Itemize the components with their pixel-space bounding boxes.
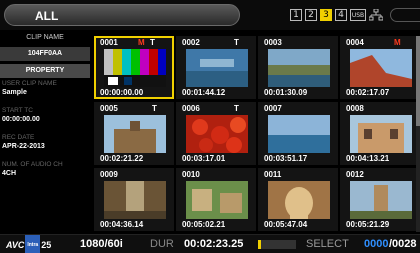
audio-ch-value: 4CH: [2, 170, 17, 177]
harbor-icon: [268, 49, 330, 87]
clip-duration: 00:00:00.00: [100, 88, 144, 97]
clip-duration: 00:05:02.21: [182, 220, 226, 229]
user-clip-name-value: Sample: [2, 89, 27, 96]
audio-ch-label: NUM. OF AUDIO CH: [2, 161, 63, 168]
clip-thumbnail-0006[interactable]: 0006 T 00:03:17.01: [176, 102, 256, 165]
usb-icon[interactable]: USB: [350, 9, 366, 21]
cliff-sea-icon: [350, 49, 412, 87]
duration-progress-bar: [258, 240, 296, 249]
clip-duration: 00:03:17.01: [182, 154, 226, 163]
clip-duration: 00:03:51.17: [264, 154, 308, 163]
clip-thumbnail-0007[interactable]: 0007 00:03:51.17: [258, 102, 338, 165]
clip-thumbnail-0012[interactable]: 0012 00:05:21.29: [340, 168, 420, 231]
rec-date-label: REC DATE: [2, 134, 35, 141]
clip-duration: 00:04:13.21: [346, 154, 390, 163]
clip-name-value: 104FF0AA: [0, 47, 90, 61]
clip-duration: 00:05:21.29: [346, 220, 390, 229]
castle-icon: [104, 115, 166, 153]
scrollbar-thumb[interactable]: [416, 36, 420, 126]
clip-info-panel: CLIP NAME 104FF0AA PROPERTY USER CLIP NA…: [0, 30, 92, 234]
grid-scrollbar[interactable]: [416, 36, 420, 232]
rec-date-value: APR-22-2013: [2, 143, 45, 150]
clip-number: 0001: [100, 38, 118, 47]
network-icon[interactable]: [369, 9, 383, 21]
clip-duration: 00:02:17.07: [346, 88, 390, 97]
clip-name-header: CLIP NAME: [26, 34, 64, 41]
tower-icon: [350, 181, 412, 219]
text-memo-badge: T: [150, 38, 155, 47]
codec-logo-icon: AVC Intra 25: [6, 234, 51, 253]
sea-icon: [268, 115, 330, 153]
slot-3-button[interactable]: 3: [320, 9, 332, 21]
slot-indicators: 1 2 3 4 USB: [290, 9, 383, 23]
system-format: 1080/60i: [80, 238, 123, 250]
clip-number: 0009: [100, 170, 118, 179]
clip-thumbnail-0001[interactable]: 0001 M T 00:00:00.00: [94, 36, 174, 99]
clip-number: 0012: [346, 170, 364, 179]
clip-thumbnail-grid: 0001 M T 00:00:00.00 0002 T 00:01:44.12 0003 00:…: [94, 36, 420, 232]
clip-number: 0011: [264, 170, 282, 179]
start-tc-value: 00:00:00.00: [2, 116, 40, 123]
text-memo-badge: T: [234, 104, 239, 113]
clip-filter-button[interactable]: ALL: [4, 4, 240, 26]
property-button[interactable]: PROPERTY: [0, 64, 90, 78]
slot-2-button[interactable]: 2: [305, 9, 317, 21]
status-bar: AVC Intra 25 1080/60i DUR 00:02:23.25 SE…: [0, 234, 420, 253]
duration-progress-fill: [258, 240, 262, 249]
clip-thumbnail-0011[interactable]: 0011 00:05:47.04: [258, 168, 338, 231]
clip-number: 0003: [264, 38, 282, 47]
building-icon: [350, 115, 412, 153]
clip-thumbnail-0005[interactable]: 0005 T 00:02:21.22: [94, 102, 174, 165]
marker-badge: M: [394, 38, 401, 47]
clip-number: 0010: [182, 170, 200, 179]
tomatoes-icon: [186, 115, 248, 153]
clip-thumbnail-0009[interactable]: 0009 00:04:36.14: [94, 168, 174, 231]
slot-4-button[interactable]: 4: [335, 9, 347, 21]
clip-filter-label: ALL: [35, 9, 59, 23]
clip-number: 0008: [346, 104, 364, 113]
select-label: SELECT: [306, 238, 349, 250]
clip-thumbnail-0008[interactable]: 0008 00:04:13.21: [340, 102, 420, 165]
clip-number: 0004: [346, 38, 364, 47]
clip-thumbnail-0003[interactable]: 0003 00:01:30.09: [258, 36, 338, 99]
duration-value: 00:02:23.25: [184, 238, 244, 250]
street-icon: [104, 181, 166, 219]
clip-duration: 00:01:30.09: [264, 88, 308, 97]
archway-icon: [268, 181, 330, 219]
clip-duration: 00:05:47.04: [264, 220, 308, 229]
clip-number: 0007: [264, 104, 282, 113]
clip-number: 0005: [100, 104, 118, 113]
select-count: 0000: [364, 238, 389, 250]
top-bar: ALL 1 2 3 4 USB: [0, 0, 420, 30]
text-memo-badge: T: [152, 104, 157, 113]
clip-duration: 00:01:44.12: [182, 88, 226, 97]
clip-number: 0006: [182, 104, 200, 113]
marker-badge: M: [138, 38, 145, 47]
total-count: /0028: [389, 238, 417, 250]
clip-number: 0002: [182, 38, 200, 47]
more-indicator: [390, 8, 420, 22]
text-memo-badge: T: [234, 38, 239, 47]
town-icon: [186, 181, 248, 219]
clip-duration: 00:02:21.22: [100, 154, 144, 163]
clip-duration: 00:04:36.14: [100, 220, 144, 229]
coast-title-icon: [186, 49, 248, 87]
clip-thumbnail-0010[interactable]: 0010 00:05:02.21: [176, 168, 256, 231]
clip-thumbnail-0002[interactable]: 0002 T 00:01:44.12: [176, 36, 256, 99]
start-tc-label: START TC: [2, 107, 33, 114]
duration-label: DUR: [150, 238, 174, 250]
slot-1-button[interactable]: 1: [290, 9, 302, 21]
color-bars-icon: [104, 49, 166, 87]
user-clip-name-label: USER CLIP NAME: [2, 80, 57, 87]
clip-thumbnail-0004[interactable]: 0004 M 00:02:17.07: [340, 36, 420, 99]
